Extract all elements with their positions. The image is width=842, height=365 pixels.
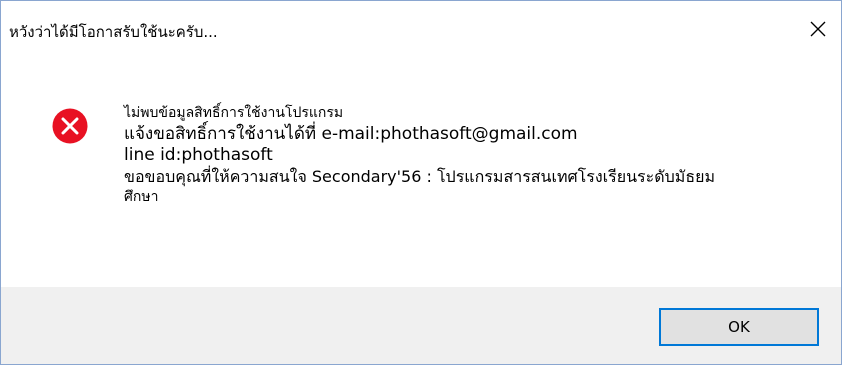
message-line: line id:phothasoft bbox=[124, 145, 273, 165]
ok-button[interactable]: OK bbox=[659, 308, 819, 346]
close-icon bbox=[810, 21, 826, 37]
window-title: หวังว่าได้มีโอกาสรับใช้นะครับ... bbox=[9, 23, 218, 41]
message-line: แจ้งขอสิทธิ์การใช้งานได้ที่ e-mail:photh… bbox=[124, 124, 578, 144]
title-bar[interactable]: หวังว่าได้มีโอกาสรับใช้นะครับ... bbox=[1, 1, 841, 57]
message-text: ไม่พบข้อมูลสิทธิ์การใช้งานโปรแกรม แจ้งขอ… bbox=[124, 103, 814, 208]
message-line: ศึกษา bbox=[124, 189, 159, 205]
dialog-content: ไม่พบข้อมูลสิทธิ์การใช้งานโปรแกรม แจ้งขอ… bbox=[1, 57, 841, 287]
error-icon bbox=[52, 108, 88, 144]
close-button[interactable] bbox=[795, 1, 841, 57]
message-line: ไม่พบข้อมูลสิทธิ์การใช้งานโปรแกรม bbox=[124, 105, 344, 121]
focus-ring bbox=[663, 312, 815, 342]
message-line: ขอขอบคุณที่ให้ความสนใจ Secondary'56 : โป… bbox=[124, 167, 715, 186]
message-dialog: หวังว่าได้มีโอกาสรับใช้นะครับ... ไม่พบข้… bbox=[0, 0, 842, 365]
button-bar: OK bbox=[1, 287, 841, 364]
